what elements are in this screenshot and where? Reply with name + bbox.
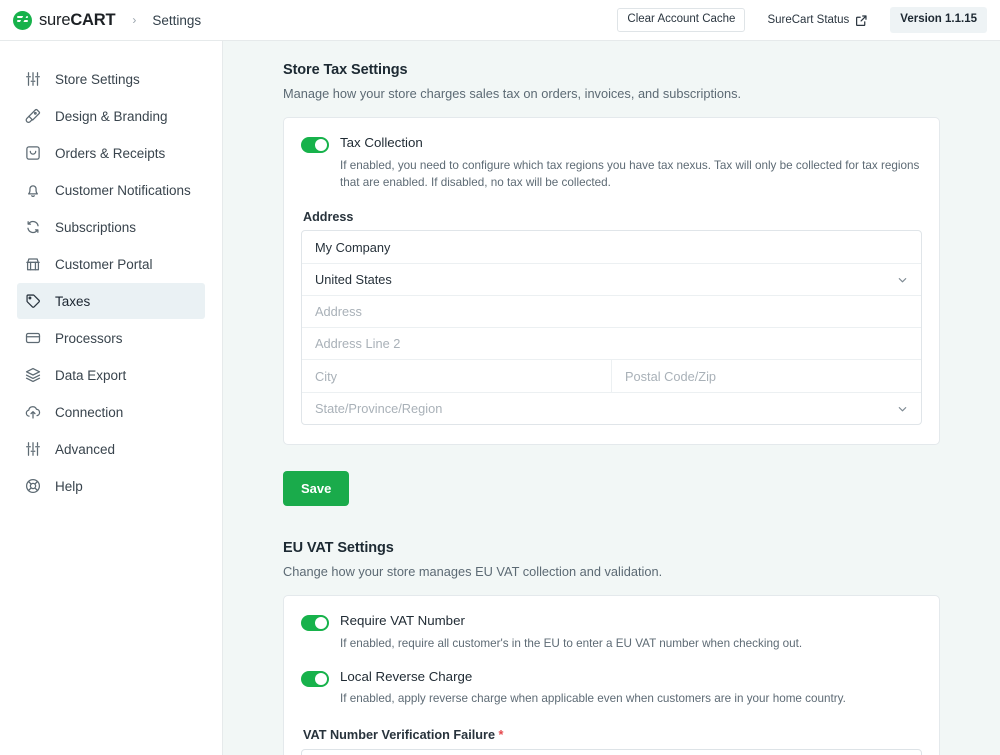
breadcrumb-separator-icon: › bbox=[132, 13, 137, 27]
top-bar: sureCART › Settings Clear Account Cache … bbox=[0, 0, 1000, 41]
brush-icon bbox=[25, 108, 41, 123]
store-tax-settings-title: Store Tax Settings bbox=[283, 62, 408, 78]
local-reverse-charge-row: Local Reverse Charge If enabled, apply r… bbox=[301, 669, 922, 708]
require-vat-number-toggle[interactable] bbox=[301, 615, 329, 632]
state-province-select[interactable]: State/Province/Region bbox=[302, 392, 921, 424]
sidebar-item-store-settings[interactable]: Store Settings bbox=[17, 61, 205, 97]
tax-collection-label: Tax Collection bbox=[340, 135, 423, 150]
sidebar-item-orders-receipts[interactable]: Orders & Receipts bbox=[17, 135, 205, 171]
external-link-icon bbox=[856, 14, 867, 26]
sidebar-item-label: Design & Branding bbox=[55, 108, 168, 124]
brand-wordmark: sureCART bbox=[39, 10, 116, 30]
sidebar-item-label: Customer Notifications bbox=[55, 182, 191, 198]
sidebar-item-advanced[interactable]: Advanced bbox=[17, 431, 205, 467]
vat-verification-failure-label-text: VAT Number Verification Failure bbox=[303, 727, 495, 742]
layers-icon bbox=[25, 367, 41, 383]
store-tax-settings-subtitle: Manage how your store charges sales tax … bbox=[283, 86, 742, 101]
main-content: Store Tax Settings Manage how your store… bbox=[223, 41, 1000, 755]
sidebar-item-label: Connection bbox=[55, 404, 124, 420]
sidebar-item-processors[interactable]: Processors bbox=[17, 320, 205, 356]
eu-vat-settings-title: EU VAT Settings bbox=[283, 540, 394, 557]
brand-text-bold: CART bbox=[70, 10, 116, 29]
breadcrumb-settings[interactable]: Settings bbox=[152, 13, 201, 28]
tax-collection-description: If enabled, you need to configure which … bbox=[340, 158, 920, 190]
lifebuoy-icon bbox=[25, 478, 41, 494]
sidebar-item-label: Processors bbox=[55, 330, 123, 346]
version-badge: Version 1.1.15 bbox=[890, 7, 987, 33]
sidebar-item-label: Data Export bbox=[55, 367, 127, 383]
required-marker: * bbox=[498, 727, 504, 742]
eu-vat-settings-card: Require VAT Number If enabled, require a… bbox=[283, 595, 940, 755]
sidebar-item-label: Orders & Receipts bbox=[55, 145, 166, 161]
eu-vat-settings-subtitle: Change how your store manages EU VAT col… bbox=[283, 564, 663, 580]
address-line-1-input[interactable]: Address bbox=[302, 295, 921, 327]
clear-account-cache-button[interactable]: Clear Account Cache bbox=[617, 7, 746, 33]
sidebar-item-label: Help bbox=[55, 478, 83, 494]
sidebar-item-connection[interactable]: Connection bbox=[17, 394, 205, 430]
local-reverse-charge-description: If enabled, apply reverse charge when ap… bbox=[340, 692, 846, 706]
sidebar-item-customer-portal[interactable]: Customer Portal bbox=[17, 246, 205, 282]
chevron-down-icon bbox=[898, 406, 907, 412]
local-reverse-charge-label: Local Reverse Charge bbox=[340, 668, 473, 684]
state-province-placeholder: State/Province/Region bbox=[315, 401, 443, 417]
sidebar-item-taxes[interactable]: Taxes bbox=[17, 283, 205, 319]
sidebar-nav: Store Settings Design & Branding Orders … bbox=[0, 41, 223, 755]
credit-card-icon bbox=[25, 332, 41, 344]
tax-collection-toggle[interactable] bbox=[301, 137, 329, 153]
sidebar-item-customer-notifications[interactable]: Customer Notifications bbox=[17, 172, 205, 208]
sidebar-item-label: Subscriptions bbox=[55, 219, 137, 235]
surecart-status-link[interactable]: SureCart Status bbox=[767, 14, 868, 27]
city-input[interactable]: City bbox=[302, 360, 611, 392]
sidebar-item-data-export[interactable]: Data Export bbox=[17, 357, 205, 393]
bell-icon bbox=[28, 185, 38, 198]
address-line-2-input[interactable]: Address Line 2 bbox=[302, 327, 921, 359]
address-field-group: My Company United States Address Address… bbox=[301, 230, 922, 426]
chevron-down-icon bbox=[898, 277, 907, 283]
vat-verification-failure-label: VAT Number Verification Failure * bbox=[303, 728, 922, 742]
cloud-upload-icon bbox=[25, 406, 41, 419]
sidebar-item-label: Store Settings bbox=[55, 71, 140, 87]
store-tax-settings-card: Tax Collection If enabled, you need to c… bbox=[283, 117, 940, 446]
company-name-input[interactable]: My Company bbox=[302, 231, 921, 263]
sidebar-item-label: Customer Portal bbox=[55, 256, 153, 272]
sidebar-item-label: Taxes bbox=[55, 293, 91, 309]
storefront-icon bbox=[26, 258, 40, 271]
tag-icon bbox=[26, 294, 40, 308]
top-bar-actions: Clear Account Cache SureCart Status Vers… bbox=[617, 7, 1000, 33]
save-button[interactable]: Save bbox=[283, 471, 350, 507]
surecart-status-label: SureCart Status bbox=[767, 14, 850, 26]
vat-verification-failure-select[interactable]: Reject the order and show an error. bbox=[301, 748, 922, 755]
sidebar-item-subscriptions[interactable]: Subscriptions bbox=[17, 209, 205, 245]
postal-code-input[interactable]: Postal Code/Zip bbox=[611, 360, 921, 393]
brand-text-light: sure bbox=[39, 10, 71, 29]
sidebar-item-help[interactable]: Help bbox=[17, 468, 205, 504]
brand-breadcrumb: sureCART › Settings bbox=[0, 10, 201, 30]
country-select[interactable]: United States bbox=[302, 263, 921, 295]
sidebar-item-label: Advanced bbox=[55, 441, 116, 457]
require-vat-number-description: If enabled, require all customer's in th… bbox=[340, 636, 803, 650]
sliders-icon bbox=[26, 72, 40, 86]
require-vat-number-label: Require VAT Number bbox=[340, 613, 465, 629]
sliders-icon bbox=[26, 442, 40, 456]
country-select-value: United States bbox=[315, 272, 392, 288]
city-postal-row: City Postal Code/Zip bbox=[302, 359, 921, 393]
local-reverse-charge-toggle[interactable] bbox=[301, 670, 329, 687]
address-label: Address bbox=[303, 210, 354, 225]
receipt-icon bbox=[26, 146, 40, 160]
tax-collection-row: Tax Collection If enabled, you need to c… bbox=[301, 135, 922, 192]
refresh-icon bbox=[27, 220, 39, 234]
surecart-logo-icon bbox=[13, 10, 32, 30]
sidebar-item-design-branding[interactable]: Design & Branding bbox=[17, 98, 205, 134]
require-vat-number-row: Require VAT Number If enabled, require a… bbox=[301, 613, 922, 652]
